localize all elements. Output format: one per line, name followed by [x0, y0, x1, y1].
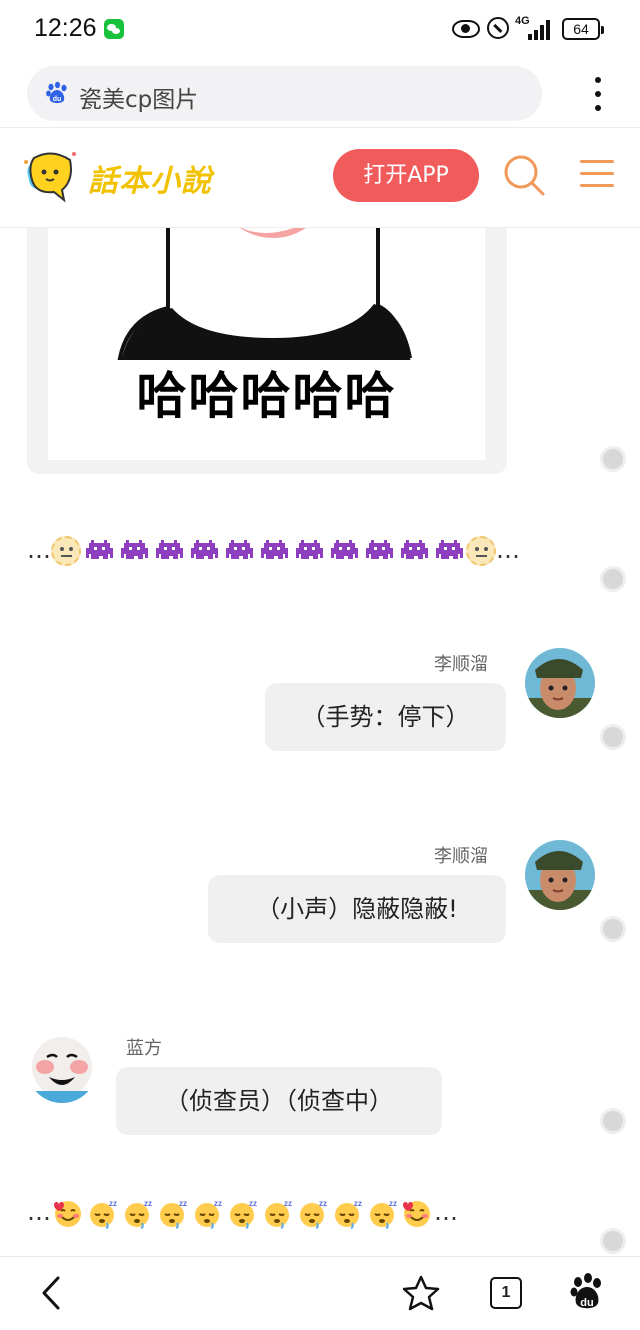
sleeping-face-icon: zz — [89, 1199, 117, 1229]
message-sender-name: 蓝方 — [126, 1038, 162, 1059]
smiling-face-with-hearts-icon — [54, 1201, 81, 1227]
sleeping-face-icon: zz — [159, 1199, 187, 1229]
sleeping-face-icon: zz — [124, 1199, 152, 1229]
sleeping-face-icon: zz — [264, 1199, 292, 1229]
svg-text:zz: zz — [144, 1199, 152, 1208]
site-header: 話本小說 打开APP — [0, 128, 640, 228]
back-icon[interactable] — [38, 1275, 64, 1311]
side-scroll-dot[interactable] — [600, 1228, 626, 1254]
battery-indicator: 64 — [562, 18, 604, 40]
baidu-icon: du — [46, 81, 67, 103]
sleeping-face-icon: zz — [334, 1199, 362, 1229]
svg-text:zz: zz — [179, 1199, 187, 1208]
alien-monster-icon — [435, 540, 463, 559]
chat-content: 哈哈哈哈哈 …… 李顺溜 （手势：停下） 李顺溜 （小声）隐蔽隐蔽! 蓝方 （侦… — [0, 228, 640, 1256]
more-vert-icon[interactable] — [594, 77, 602, 111]
svg-text:du: du — [580, 1297, 593, 1309]
ellipsis: … — [496, 536, 520, 564]
sleeping-face-row: zz zz zz zz zz zz zz zz zz — [85, 1198, 400, 1229]
alien-monster-icon — [260, 540, 288, 559]
signal-strength-icon — [526, 18, 552, 40]
sleeping-face-icon: zz — [229, 1199, 257, 1229]
side-scroll-dot[interactable] — [600, 916, 626, 942]
neutral-face-icon — [51, 536, 81, 566]
side-scroll-dot[interactable] — [600, 724, 626, 750]
site-logo-text[interactable]: 話本小說 — [88, 156, 212, 200]
svg-text:zz: zz — [214, 1199, 222, 1208]
sleeping-face-icon: zz — [299, 1199, 327, 1229]
avatar-meme-face[interactable] — [27, 1033, 97, 1103]
avatar-soldier[interactable] — [525, 648, 595, 718]
emoji-line-sleepy: … zz zz zz zz zz zz zz zz zz … — [27, 1194, 458, 1230]
message-sender-name: 李顺溜 — [434, 846, 488, 867]
logo-mascot-icon[interactable] — [22, 146, 82, 206]
alien-monster-icon — [330, 540, 358, 559]
meme-caption: 哈哈哈哈哈 — [136, 367, 397, 425]
side-scroll-dot[interactable] — [600, 566, 626, 592]
alien-monster-icon — [295, 540, 323, 559]
avatar-soldier[interactable] — [525, 840, 595, 910]
tabs-icon[interactable]: 1 — [490, 1277, 522, 1309]
emoji-line-aliens: …… — [27, 532, 520, 568]
meme-image-card[interactable]: 哈哈哈哈哈 — [27, 228, 507, 474]
browser-address-bar: du 瓷美cp图片 — [0, 60, 640, 128]
svg-text:du: du — [53, 96, 62, 103]
svg-text:zz: zz — [284, 1199, 292, 1208]
meme-image: 哈哈哈哈哈 — [48, 228, 485, 460]
message-bubble[interactable]: （小声）隐蔽隐蔽! — [208, 875, 506, 943]
search-icon[interactable] — [502, 153, 546, 197]
menu-icon[interactable] — [580, 158, 616, 190]
browser-bottom-nav: 1 du — [0, 1256, 640, 1330]
svg-text:zz: zz — [389, 1199, 397, 1208]
search-box[interactable]: du 瓷美cp图片 — [27, 66, 542, 121]
message-bubble[interactable]: （侦查员）（侦查中） — [116, 1067, 442, 1135]
wechat-notification-icon — [104, 19, 124, 39]
svg-text:zz: zz — [354, 1199, 362, 1208]
neutral-face-icon — [466, 536, 496, 566]
star-icon[interactable] — [402, 1275, 440, 1311]
alarm-icon — [487, 17, 509, 39]
sleeping-face-icon: zz — [369, 1199, 397, 1229]
ellipsis: … — [434, 1198, 458, 1226]
svg-text:zz: zz — [319, 1199, 327, 1208]
alien-monster-icon — [85, 540, 113, 559]
search-query-text: 瓷美cp图片 — [79, 87, 199, 113]
alien-monster-icon — [225, 540, 253, 559]
message-sender-name: 李顺溜 — [434, 654, 488, 675]
svg-text:zz: zz — [109, 1199, 117, 1208]
side-scroll-dot[interactable] — [600, 446, 626, 472]
alien-monster-icon — [155, 540, 183, 559]
baidu-paw-icon[interactable]: du — [569, 1273, 605, 1311]
alien-monster-icon — [365, 540, 393, 559]
ellipsis: … — [27, 536, 51, 564]
status-time: 12:26 — [34, 14, 97, 42]
ellipsis: … — [27, 1198, 51, 1226]
side-scroll-dot[interactable] — [600, 1108, 626, 1134]
alien-monster-row — [81, 536, 466, 564]
alien-monster-icon — [120, 540, 148, 559]
sleeping-face-icon: zz — [194, 1199, 222, 1229]
smiling-face-with-hearts-icon — [403, 1201, 430, 1227]
alien-monster-icon — [190, 540, 218, 559]
svg-text:zz: zz — [249, 1199, 257, 1208]
open-app-button[interactable]: 打开APP — [333, 149, 479, 202]
alien-monster-icon — [400, 540, 428, 559]
status-bar: 12:26 4G 64 — [0, 0, 640, 60]
eye-comfort-icon — [452, 20, 480, 38]
message-bubble[interactable]: （手势：停下） — [265, 683, 506, 751]
